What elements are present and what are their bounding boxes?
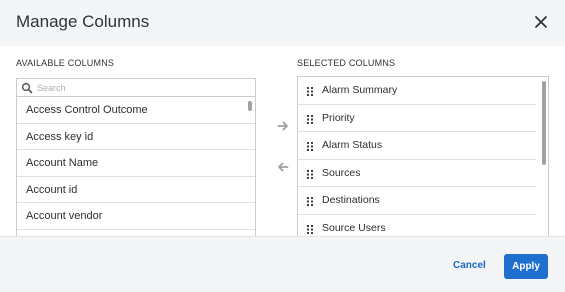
selected-scrollbar[interactable] xyxy=(542,81,546,165)
selected-column-item[interactable]: Alarm Summary xyxy=(298,77,536,105)
drag-handle-icon[interactable] xyxy=(307,169,313,179)
drag-handle-icon[interactable] xyxy=(307,224,313,234)
apply-button[interactable]: Apply xyxy=(504,254,548,279)
selected-column-label: Priority xyxy=(322,111,355,124)
selected-column-item[interactable]: Sources xyxy=(298,160,536,187)
selected-column-item[interactable]: Destinations xyxy=(298,187,536,215)
dialog-header: Manage Columns xyxy=(0,0,565,46)
selected-column-label: Sources xyxy=(322,166,361,179)
selected-column-label: Alarm Summary xyxy=(322,84,398,96)
drag-handle-icon[interactable] xyxy=(307,197,313,206)
search-icon xyxy=(21,82,33,94)
drag-handle-icon[interactable] xyxy=(307,114,313,124)
available-column-item[interactable]: Account Name xyxy=(17,150,255,177)
selected-columns-label: SELECTED COLUMNS xyxy=(297,58,396,68)
available-scrollbar[interactable] xyxy=(248,101,252,111)
available-column-item[interactable]: Access key id xyxy=(17,124,255,150)
available-column-item[interactable]: Account vendor xyxy=(17,203,255,230)
close-icon[interactable] xyxy=(534,15,548,29)
selected-column-label: Alarm Status xyxy=(322,139,383,151)
available-columns-label: AVAILABLE COLUMNS xyxy=(16,58,115,68)
drag-handle-icon[interactable] xyxy=(307,87,313,96)
arrow-right-icon[interactable] xyxy=(277,120,289,132)
drag-handle-icon[interactable] xyxy=(307,142,313,151)
selected-column-label: Destinations xyxy=(322,194,380,206)
available-columns-list: Access Control Outcome Access key id Acc… xyxy=(16,78,256,236)
dialog-title: Manage Columns xyxy=(16,12,150,31)
available-column-item[interactable]: Access Control Outcome xyxy=(17,97,255,124)
selected-column-item[interactable]: Alarm Status xyxy=(298,132,536,160)
cancel-button[interactable]: Cancel xyxy=(446,256,493,276)
selected-column-item[interactable]: Source Users xyxy=(298,215,536,237)
selected-column-item[interactable]: Priority xyxy=(298,105,536,132)
available-column-item[interactable]: Account id xyxy=(17,177,255,203)
arrow-left-icon[interactable] xyxy=(277,161,289,173)
search-box xyxy=(17,79,255,97)
search-input[interactable] xyxy=(37,80,237,95)
selected-columns-list: Alarm Summary Priority Alarm Status Sour… xyxy=(297,76,549,236)
selected-column-label: Source Users xyxy=(322,221,386,234)
